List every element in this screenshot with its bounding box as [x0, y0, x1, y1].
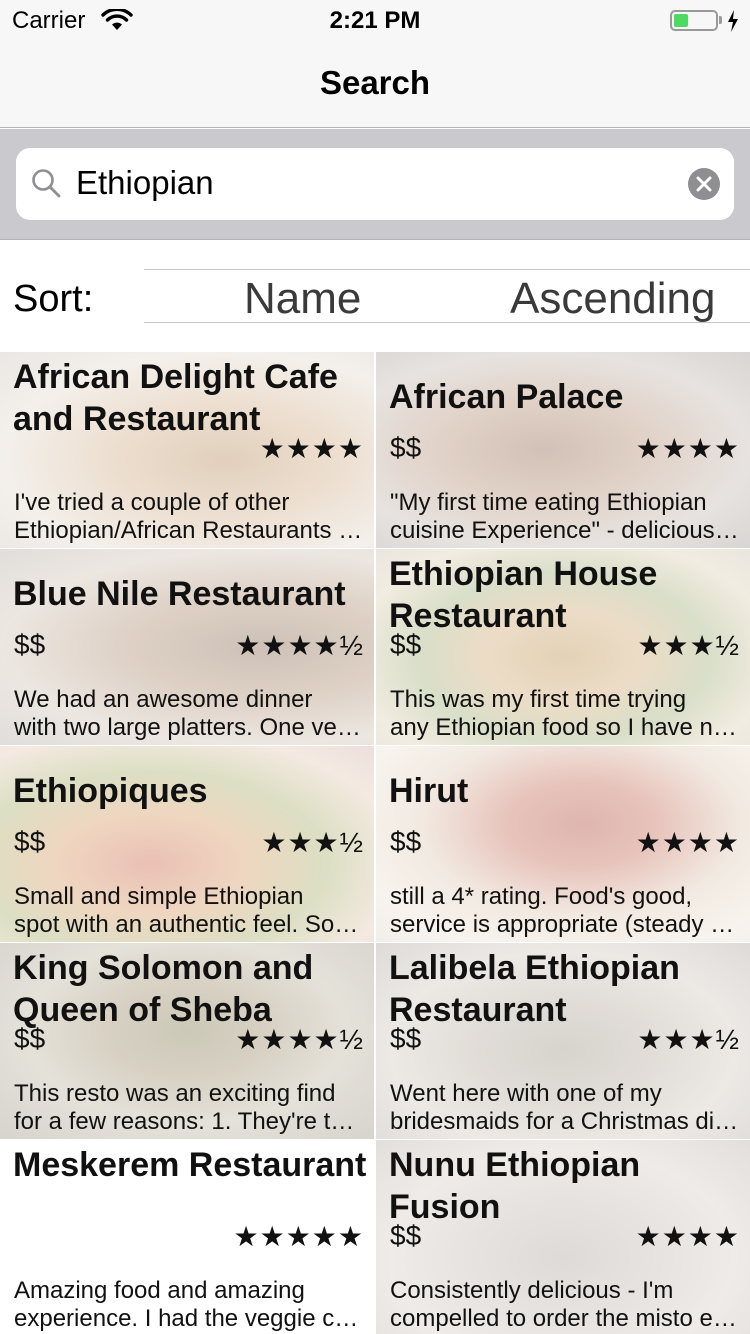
restaurant-name: Nunu Ethiopian Fusion — [389, 1146, 641, 1226]
restaurant-card[interactable]: King Solomon and Queen of Sheba $$ ★★★★½… — [0, 943, 374, 1139]
battery-level — [674, 14, 688, 27]
battery-icon — [670, 10, 718, 31]
restaurant-name: African Palace — [389, 378, 624, 416]
price-level: $$ — [390, 1220, 422, 1251]
star-rating: ★★★½ — [261, 827, 364, 858]
sort-picker[interactable]: Name Ascending — [144, 269, 750, 323]
review-snippet: Amazing food and amazing experience. I ha… — [14, 1277, 364, 1332]
restaurant-name: African Delight Cafe and Restaurant — [13, 358, 338, 438]
restaurant-card[interactable]: Ethiopian House Restaurant $$ ★★★½ This … — [376, 549, 750, 745]
restaurant-card[interactable]: Blue Nile Restaurant $$ ★★★★½ We had an … — [0, 549, 374, 745]
search-icon — [32, 169, 61, 198]
star-rating: ★★★½ — [637, 630, 740, 661]
clear-icon — [696, 176, 712, 192]
price-level: $$ — [390, 432, 422, 463]
search-field[interactable] — [16, 148, 734, 220]
results-grid: African Delight Cafe and Restaurant ★★★★… — [0, 352, 750, 1334]
page-title: Search — [319, 64, 431, 101]
navigation-bar: Search — [0, 40, 750, 128]
restaurant-card[interactable]: Lalibela Ethiopian Restaurant $$ ★★★½ We… — [376, 943, 750, 1139]
review-snippet: Consistently delicious - I'm compelled to… — [390, 1277, 740, 1332]
review-snippet: I've tried a couple of other Ethiopian/Af… — [14, 489, 364, 544]
restaurant-name: Ethiopiques — [13, 772, 208, 810]
restaurant-name: Hirut — [389, 772, 469, 810]
price-level: $$ — [390, 826, 422, 857]
review-snippet: Small and simple Ethiopian spot with an a… — [14, 883, 364, 938]
restaurant-card[interactable]: Ethiopiques $$ ★★★½ Small and simple Eth… — [0, 746, 374, 942]
charging-bolt-icon — [728, 10, 738, 32]
restaurant-name: Blue Nile Restaurant — [13, 575, 346, 613]
restaurant-card[interactable]: Meskerem Restaurant ★★★★★ Amazing food a… — [0, 1140, 374, 1334]
sort-controls: Sort: Name Ascending — [0, 240, 750, 352]
restaurant-card[interactable]: Nunu Ethiopian Fusion $$ ★★★★ Consistent… — [376, 1140, 750, 1334]
star-rating: ★★★★ — [635, 827, 740, 858]
restaurant-name: King Solomon and Queen of Sheba — [13, 949, 314, 1029]
restaurant-card[interactable]: Hirut $$ ★★★★ still a 4* rating. Food's … — [376, 746, 750, 942]
restaurant-name: Ethiopian House Restaurant — [389, 555, 658, 635]
star-rating: ★★★★ — [259, 433, 364, 464]
restaurant-name: Lalibela Ethiopian Restaurant — [389, 949, 680, 1029]
search-input[interactable] — [76, 161, 666, 205]
price-level: $$ — [14, 1023, 46, 1054]
review-snippet: This was my first time trying any Ethiopi… — [390, 686, 740, 741]
price-level: $$ — [14, 826, 46, 857]
star-rating: ★★★★★ — [233, 1221, 364, 1252]
sort-order-picker[interactable]: Ascending — [510, 274, 715, 324]
sort-field-picker[interactable]: Name — [244, 274, 361, 324]
search-bar — [0, 129, 750, 240]
review-snippet: Went here with one of my bridesmaids for … — [390, 1080, 740, 1135]
clear-search-button[interactable] — [688, 168, 720, 200]
star-rating: ★★★★½ — [235, 1024, 364, 1055]
review-snippet: We had an awesome dinner with two large p… — [14, 686, 364, 741]
star-rating: ★★★½ — [637, 1024, 740, 1055]
price-level: $$ — [14, 629, 46, 660]
review-snippet: This resto was an exciting find for a few… — [14, 1080, 364, 1135]
restaurant-card[interactable]: African Delight Cafe and Restaurant ★★★★… — [0, 352, 374, 548]
star-rating: ★★★★ — [635, 433, 740, 464]
price-level: $$ — [390, 1023, 422, 1054]
clock: 2:21 PM — [329, 7, 421, 34]
review-snippet: "My first time eating Ethiopian cuisine E… — [390, 489, 740, 544]
price-level: $$ — [390, 629, 422, 660]
restaurant-name: Meskerem Restaurant — [13, 1146, 367, 1184]
restaurant-card[interactable]: African Palace $$ ★★★★ "My first time ea… — [376, 352, 750, 548]
sort-label: Sort: — [13, 278, 94, 320]
battery-cap — [719, 16, 722, 24]
status-bar: Carrier 2:21 PM — [0, 0, 750, 40]
review-snippet: still a 4* rating. Food's good, service i… — [390, 883, 740, 938]
star-rating: ★★★★½ — [235, 630, 364, 661]
star-rating: ★★★★ — [635, 1221, 740, 1252]
